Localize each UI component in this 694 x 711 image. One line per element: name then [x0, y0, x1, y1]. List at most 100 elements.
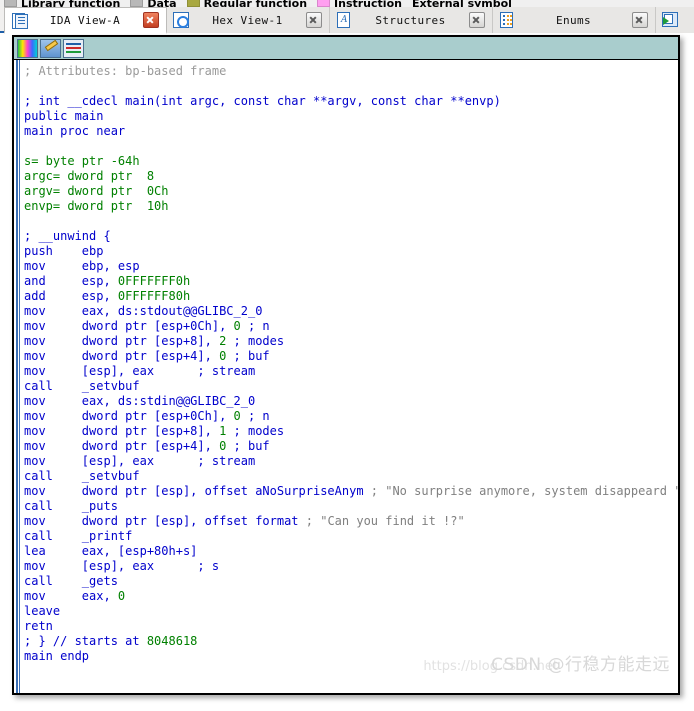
disassembly-line[interactable]: s= byte ptr -64h [24, 154, 678, 169]
disassembly-line[interactable]: mov [esp], eax ; stream [24, 454, 678, 469]
disassembly-line[interactable]: and esp, 0FFFFFFF0h [24, 274, 678, 289]
line-text: mov dword ptr [esp+0Ch], 0 ; n [24, 409, 270, 423]
line-text: mov eax, ds:stdin@@GLIBC_2_0 [24, 394, 256, 408]
imports-icon [662, 12, 678, 28]
line-text: mov dword ptr [esp+8], 2 ; modes [24, 334, 285, 348]
string-comment: ; "No surprise anymore, system disappear… [363, 484, 678, 498]
tab-structures[interactable]: A Structures [330, 7, 493, 33]
paint-brush-icon[interactable] [40, 38, 61, 58]
disassembly-line[interactable]: mov dword ptr [esp+8], 1 ; modes [24, 424, 678, 439]
line-text: main proc near [24, 124, 126, 138]
disassembly-line[interactable]: ; Attributes: bp-based frame [24, 64, 678, 79]
disassembly-line[interactable]: mov eax, ds:stdin@@GLIBC_2_0 [24, 394, 678, 409]
graph-overview-icon[interactable] [63, 38, 84, 58]
disassembly-line[interactable]: main endp [24, 649, 678, 664]
disassembly-line[interactable]: mov dword ptr [esp], offset aNoSurpriseA… [24, 484, 678, 499]
disassembly-line[interactable]: mov dword ptr [esp+4], 0 ; buf [24, 349, 678, 364]
disassembly-line[interactable]: call _setvbuf [24, 379, 678, 394]
line-text: mov dword ptr [esp+4], 0 ; buf [24, 349, 270, 363]
line-text: add esp, 0FFFFFF80h [24, 289, 191, 303]
line-text: ; int __cdecl main(int argc, const char … [24, 94, 501, 108]
disassembly-line[interactable]: call _printf [24, 529, 678, 544]
line-text: mov dword ptr [esp+8], 1 ; modes [24, 424, 285, 438]
color-palette-icon[interactable] [17, 38, 38, 58]
line-text: mov [esp], eax ; s [24, 559, 220, 573]
disassembly-line[interactable]: add esp, 0FFFFFF80h [24, 289, 678, 304]
tab-hex-view-1[interactable]: Hex View-1 [167, 7, 330, 33]
line-text: mov eax, ds:stdout@@GLIBC_2_0 [24, 304, 263, 318]
line-text: s= byte ptr -64h [24, 154, 140, 168]
disassembly-line[interactable]: call _gets [24, 574, 678, 589]
tab-enums[interactable]: Enums [493, 7, 656, 33]
disassembly-line[interactable]: mov dword ptr [esp], offset format ; "Ca… [24, 514, 678, 529]
disassembly-line[interactable]: public main [24, 109, 678, 124]
disassembly-line[interactable]: argc= dword ptr 8 [24, 169, 678, 184]
disassembly-line[interactable]: leave [24, 604, 678, 619]
line-text: mov dword ptr [esp], offset aNoSurpriseA… [24, 484, 364, 498]
disassembly-line[interactable]: ; __unwind { [24, 229, 678, 244]
close-icon[interactable] [143, 12, 159, 28]
disassembly-line[interactable]: mov [esp], eax ; s [24, 559, 678, 574]
close-icon[interactable] [469, 12, 485, 28]
tab-label: IDA View-A [49, 13, 121, 27]
line-text: mov ebp, esp [24, 259, 140, 273]
hex-icon [173, 12, 189, 28]
legend-label-2: Regular function [203, 0, 308, 7]
tab-label: Structures [375, 13, 446, 27]
enums-icon [499, 12, 515, 28]
legend-swatch-2 [186, 0, 200, 7]
tab-ida-view-a[interactable]: IDA View-A [4, 7, 167, 34]
close-icon[interactable] [632, 12, 648, 28]
line-text: call _gets [24, 574, 118, 588]
legend-swatch-0 [4, 0, 17, 7]
line-text: push ebp [24, 244, 104, 258]
disassembly-line[interactable]: mov dword ptr [esp+0Ch], 0 ; n [24, 319, 678, 334]
disassembly-line[interactable]: push ebp [24, 244, 678, 259]
line-text: mov dword ptr [esp], offset format [24, 514, 299, 528]
legend-swatch-1 [130, 0, 144, 7]
legend-item: Regular function [186, 0, 308, 7]
legend-item: Library function [4, 0, 120, 7]
line-text: main endp [24, 649, 90, 663]
disassembly-line[interactable]: call _setvbuf [24, 469, 678, 484]
legend-item: Data [130, 0, 177, 7]
line-text: mov dword ptr [esp+0Ch], 0 ; n [24, 319, 270, 333]
line-text: envp= dword ptr 10h [24, 199, 169, 213]
tab-imports[interactable] [656, 7, 694, 33]
disassembly-line[interactable]: mov dword ptr [esp+4], 0 ; buf [24, 439, 678, 454]
disassembly-canvas[interactable]: ; Attributes: bp-based frame ; int __cde… [14, 60, 678, 693]
legend-label-3: Instruction [334, 0, 402, 7]
disassembly-listing[interactable]: ; Attributes: bp-based frame ; int __cde… [24, 64, 678, 664]
disassembly-line[interactable]: argv= dword ptr 0Ch [24, 184, 678, 199]
view-toolbar [14, 37, 678, 60]
tab-label: Enums [555, 13, 592, 27]
line-text: lea eax, [esp+80h+s] [24, 544, 198, 558]
disassembly-line[interactable]: mov eax, 0 [24, 589, 678, 604]
disassembly-line[interactable]: ; } // starts at 8048618 [24, 634, 678, 649]
line-text: ; __unwind { [24, 229, 111, 243]
disassembly-line[interactable]: mov ebp, esp [24, 259, 678, 274]
line-text: ; Attributes: bp-based frame [24, 64, 227, 78]
disassembly-line[interactable]: retn [24, 619, 678, 634]
line-text: retn [24, 619, 53, 633]
legend-swatch-3 [317, 0, 331, 7]
disassembly-line[interactable]: envp= dword ptr 10h [24, 199, 678, 214]
disassembly-line[interactable] [24, 214, 678, 229]
disassembly-line[interactable]: ; int __cdecl main(int argc, const char … [24, 94, 678, 109]
line-text: mov [esp], eax ; stream [24, 364, 256, 378]
disassembly-line[interactable]: lea eax, [esp+80h+s] [24, 544, 678, 559]
line-text: ; } // starts at 8048618 [24, 634, 198, 648]
tab-bar: IDA View-A Hex View-1 A Structures Enums [0, 7, 694, 34]
disassembly-line[interactable]: call _puts [24, 499, 678, 514]
disassembly-line[interactable]: main proc near [24, 124, 678, 139]
disassembly-line[interactable]: mov eax, ds:stdout@@GLIBC_2_0 [24, 304, 678, 319]
line-text: argc= dword ptr 8 [24, 169, 155, 183]
legend-label-1: Data [147, 0, 177, 7]
line-text: call _printf [24, 529, 133, 543]
disassembly-line[interactable] [24, 79, 678, 94]
disassembly-line[interactable]: mov dword ptr [esp+0Ch], 0 ; n [24, 409, 678, 424]
disassembly-line[interactable]: mov dword ptr [esp+8], 2 ; modes [24, 334, 678, 349]
disassembly-line[interactable]: mov [esp], eax ; stream [24, 364, 678, 379]
disassembly-line[interactable] [24, 139, 678, 154]
close-icon[interactable] [306, 12, 322, 28]
